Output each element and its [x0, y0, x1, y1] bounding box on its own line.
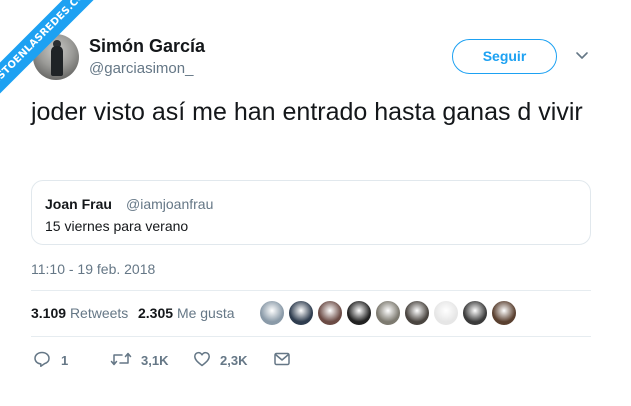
like-button[interactable]: 2,3K: [193, 350, 263, 370]
retweets-stat[interactable]: 3.109 Retweets: [31, 305, 128, 321]
divider-bottom: [31, 336, 591, 337]
retweet-count: 3,1K: [141, 353, 169, 368]
retweet-button[interactable]: 3,1K: [110, 350, 180, 370]
watermark-text: VISTOENLASREDES.COM: [0, 0, 102, 98]
divider-top: [31, 290, 591, 291]
likes-count: 2.305: [138, 305, 174, 321]
reply-count: 1: [61, 353, 69, 368]
like-count: 2,3K: [220, 353, 248, 368]
envelope-icon: [274, 352, 290, 366]
liker-avatar[interactable]: [317, 300, 343, 326]
chevron-down-icon[interactable]: [575, 49, 589, 63]
quoted-author-name: Joan Frau: [45, 196, 112, 212]
liker-avatar[interactable]: [259, 300, 285, 326]
liker-avatar[interactable]: [404, 300, 430, 326]
liker-avatar[interactable]: [462, 300, 488, 326]
reply-button[interactable]: 1: [33, 350, 83, 370]
likes-label: Me gusta: [176, 305, 235, 321]
liker-avatar[interactable]: [433, 300, 459, 326]
liker-avatar[interactable]: [288, 300, 314, 326]
quoted-author-handle: @iamjoanfrau: [126, 196, 214, 212]
retweets-count: 3.109: [31, 305, 67, 321]
liker-avatar[interactable]: [491, 300, 517, 326]
likes-stat[interactable]: 2.305 Me gusta: [138, 305, 235, 321]
quoted-tweet[interactable]: Joan Frau @iamjoanfrau 15 viernes para v…: [31, 180, 591, 245]
liker-avatar[interactable]: [375, 300, 401, 326]
tweet-text: joder visto así me han entrado hasta gan…: [31, 98, 583, 126]
quoted-tweet-text: 15 viernes para verano: [45, 218, 189, 234]
retweet-icon: [110, 352, 132, 366]
follow-button[interactable]: Seguir: [452, 39, 557, 74]
heart-icon: [194, 351, 210, 367]
direct-message-button[interactable]: [273, 350, 293, 370]
watermark-ribbon: VISTOENLASREDES.COM: [0, 0, 110, 110]
retweets-label: Retweets: [69, 305, 129, 321]
tweet-timestamp[interactable]: 11:10 - 19 feb. 2018: [31, 261, 155, 277]
reply-icon: [34, 351, 50, 367]
liker-avatar[interactable]: [346, 300, 372, 326]
